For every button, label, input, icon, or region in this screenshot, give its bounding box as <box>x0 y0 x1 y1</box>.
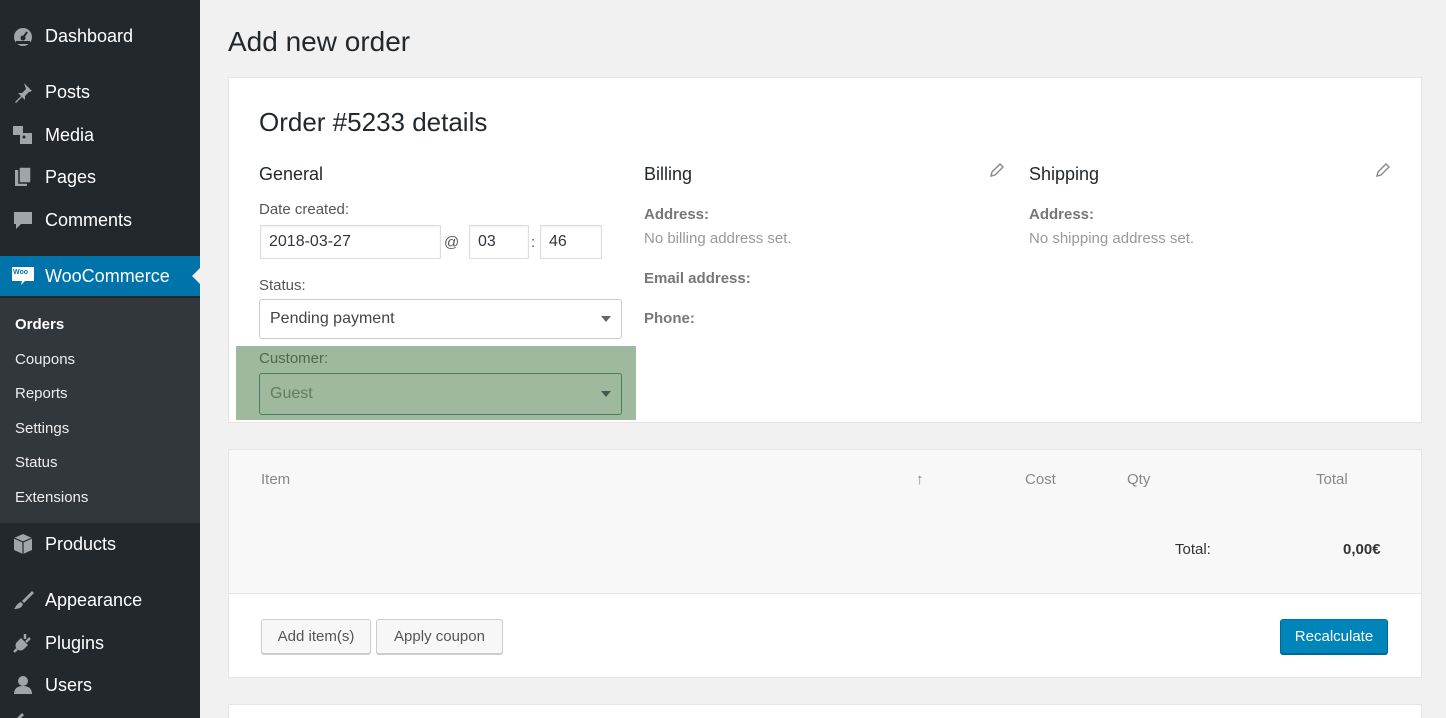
woocommerce-icon: Woo <box>10 263 36 289</box>
status-select[interactable]: Pending payment <box>259 299 622 339</box>
submenu-reports[interactable]: Reports <box>15 385 68 402</box>
date-created-label: Date created: <box>259 201 350 218</box>
add-items-button[interactable]: Add item(s) <box>261 619 371 654</box>
menu-label: Appearance <box>45 589 143 610</box>
apply-coupon-button[interactable]: Apply coupon <box>376 619 503 654</box>
edit-shipping-icon[interactable] <box>1375 162 1391 178</box>
sort-arrow-icon[interactable]: ↑ <box>916 471 924 488</box>
customer-select-value: Guest <box>270 385 313 402</box>
menu-item-dashboard[interactable]: Dashboard <box>0 16 200 56</box>
page-title: Add new order <box>228 26 411 57</box>
date-created-input[interactable]: 2018-03-27 <box>260 225 441 259</box>
tools-icon <box>10 708 34 718</box>
colon-separator: : <box>531 234 536 251</box>
status-label: Status: <box>259 277 306 294</box>
menu-item-products[interactable]: Products <box>0 524 200 564</box>
comment-icon <box>10 207 36 233</box>
media-icon <box>10 122 36 148</box>
next-panel <box>228 704 1422 718</box>
box-icon <box>10 531 36 557</box>
billing-address-label: Address: <box>644 206 710 223</box>
submenu-coupons[interactable]: Coupons <box>15 351 75 368</box>
submenu-extensions[interactable]: Extensions <box>15 489 88 506</box>
menu-item-woocommerce[interactable]: Woo WooCommerce <box>0 256 200 296</box>
billing-address-value: No billing address set. <box>644 230 792 247</box>
column-header-total: Total <box>1316 471 1348 488</box>
column-header-cost: Cost <box>1025 471 1056 488</box>
items-actions-bar: Add item(s) Apply coupon Recalculate <box>229 593 1421 677</box>
order-heading: Order #5233 details <box>259 107 488 137</box>
menu-label: Plugins <box>45 632 105 653</box>
hour-input[interactable]: 03 <box>469 225 529 259</box>
shipping-address-label: Address: <box>1029 206 1095 223</box>
woo-badge-text: Woo <box>13 269 29 276</box>
at-separator: @ <box>444 234 460 251</box>
menu-item-media[interactable]: Media <box>0 115 200 155</box>
status-select-value: Pending payment <box>270 310 395 327</box>
woocommerce-submenu: Orders Coupons Reports Settings Status E… <box>0 298 200 523</box>
chevron-down-icon <box>601 316 611 322</box>
menu-label: Posts <box>45 81 91 102</box>
billing-email-label: Email address: <box>644 270 751 287</box>
customer-label: Customer: <box>259 350 329 367</box>
menu-label: Users <box>45 674 93 695</box>
chevron-down-icon <box>601 391 611 397</box>
submenu-status[interactable]: Status <box>15 454 58 471</box>
user-icon <box>10 672 36 698</box>
menu-label: Media <box>45 124 95 145</box>
plug-icon <box>10 630 36 656</box>
customer-select[interactable]: Guest <box>259 373 622 415</box>
general-title: General <box>259 164 324 184</box>
menu-label: Pages <box>45 166 97 187</box>
shipping-title: Shipping <box>1029 164 1100 184</box>
menu-item-users[interactable]: Users <box>0 665 200 705</box>
menu-item-comments[interactable]: Comments <box>0 200 200 240</box>
menu-label: Comments <box>45 209 133 230</box>
column-header-item[interactable]: Item <box>261 471 290 488</box>
menu-item-posts[interactable]: Posts <box>0 72 200 112</box>
shipping-address-value: No shipping address set. <box>1029 230 1195 247</box>
customer-field-highlight: Customer: Guest <box>236 346 636 420</box>
order-items-panel: Item ↑ Cost Qty Total Total: 0,00€ Add i… <box>228 449 1422 678</box>
dashboard-icon <box>10 23 36 49</box>
brush-icon <box>10 587 36 613</box>
submenu-settings[interactable]: Settings <box>15 420 69 437</box>
billing-title: Billing <box>644 164 693 184</box>
menu-item-pages[interactable]: Pages <box>0 157 200 197</box>
menu-item-plugins[interactable]: Plugins <box>0 623 200 663</box>
order-details-panel: Order #5233 details General Date created… <box>228 77 1422 423</box>
pages-icon <box>10 164 36 190</box>
minute-input[interactable]: 46 <box>540 225 602 259</box>
edit-billing-icon[interactable] <box>989 162 1005 178</box>
admin-sidebar: Dashboard Posts Media Pages Comments Woo… <box>0 0 200 718</box>
menu-label: Products <box>45 533 117 554</box>
recalculate-button[interactable]: Recalculate <box>1280 619 1388 654</box>
order-total-label: Total: <box>1175 541 1211 558</box>
pin-icon <box>10 79 36 105</box>
submenu-orders[interactable]: Orders <box>15 316 64 333</box>
billing-phone-label: Phone: <box>644 310 695 327</box>
menu-label: WooCommerce <box>45 265 170 286</box>
menu-label: Dashboard <box>45 25 134 46</box>
menu-item-appearance[interactable]: Appearance <box>0 580 200 620</box>
order-total-value: 0,00€ <box>1343 541 1381 558</box>
column-header-qty: Qty <box>1127 471 1151 488</box>
